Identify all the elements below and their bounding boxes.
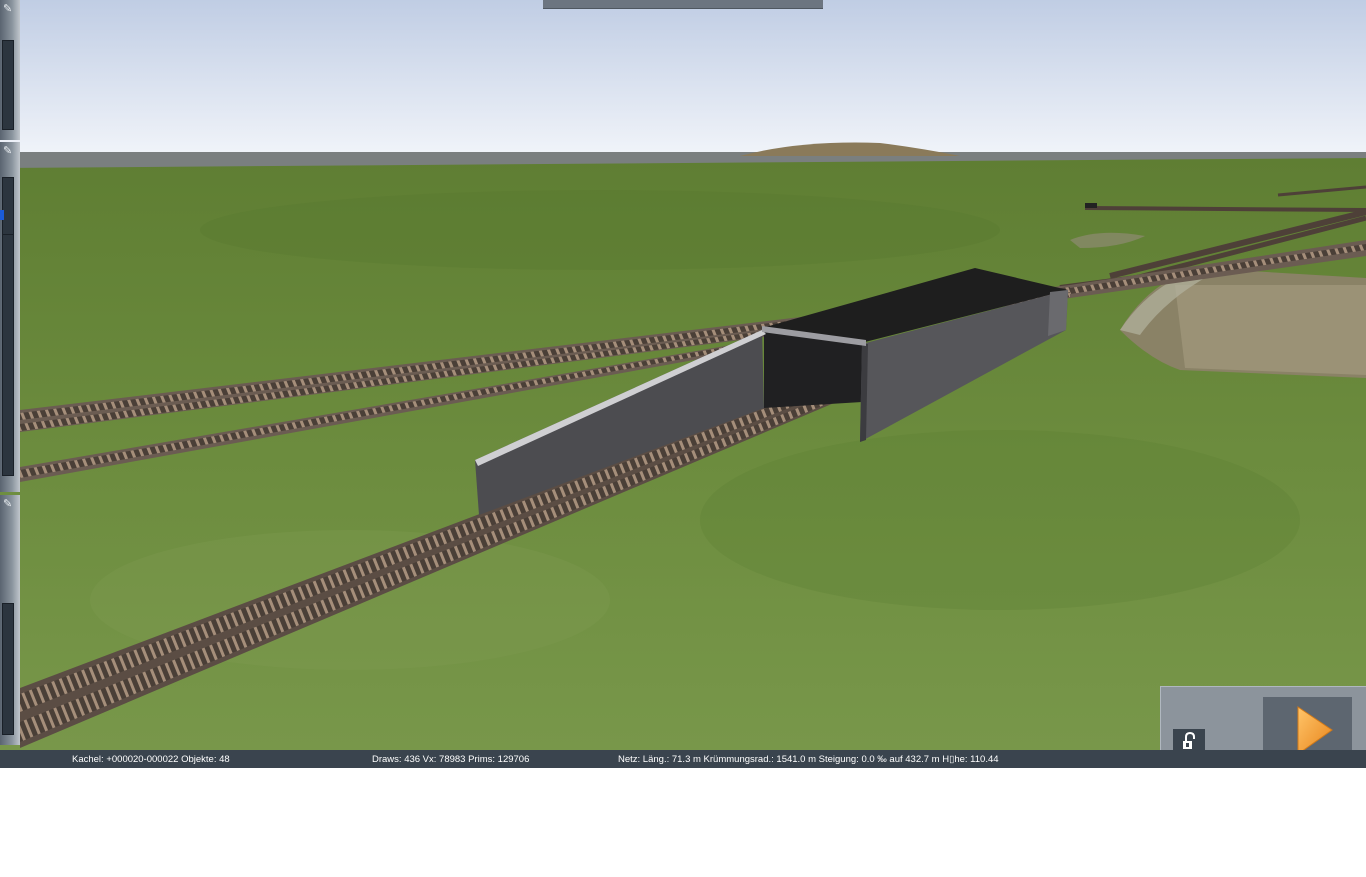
3d-viewport[interactable]: ✎ ✎ ✎: [0, 0, 1366, 750]
sky: [0, 0, 1366, 160]
rock-cut-face: [1175, 285, 1366, 375]
grass-patch: [200, 190, 1000, 270]
status-track-info: Netz: Läng.: 71.3 m Krümmungsrad.: 1541.…: [618, 754, 999, 765]
panel-slot: [2, 234, 14, 476]
pin-icon[interactable]: ✎: [3, 4, 12, 15]
status-render-stats: Draws: 436 Vx: 78983 Prims: 129706: [372, 754, 530, 765]
left-panel-top[interactable]: ✎: [0, 0, 20, 140]
status-bar: Kachel: +000020-000022 Objekte: 48 Draws…: [0, 750, 1366, 768]
pin-icon[interactable]: ✎: [3, 499, 12, 510]
grass-patch: [700, 430, 1300, 610]
panel-slot: [2, 603, 14, 735]
panel-indicator: [0, 210, 4, 220]
status-tile-info: Kachel: +000020-000022 Objekte: 48: [72, 754, 230, 765]
left-panel-middle[interactable]: ✎: [0, 142, 20, 492]
left-panel-bottom[interactable]: ✎: [0, 495, 20, 745]
pin-icon[interactable]: ✎: [3, 146, 12, 157]
panel-slot: [2, 177, 14, 239]
panel-slot: [2, 40, 14, 130]
small-vehicle: [1085, 203, 1097, 208]
terrain-scene[interactable]: [0, 0, 1366, 750]
top-toolbar-handle[interactable]: [543, 0, 823, 9]
wing-wall-right-end: [1048, 290, 1068, 336]
